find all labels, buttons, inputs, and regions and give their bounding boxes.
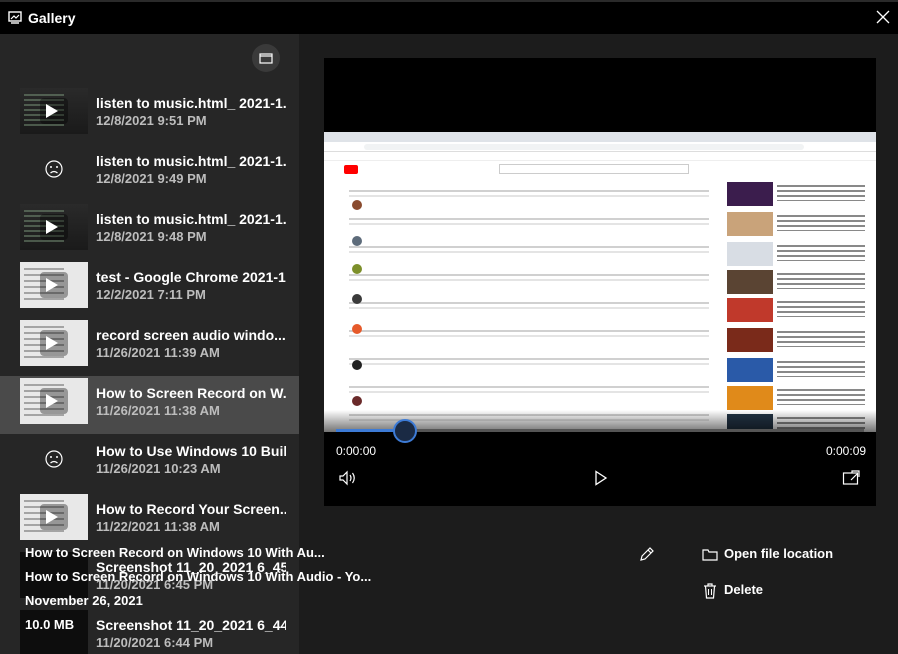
- capture-date: 11/20/2021 6:44 PM: [96, 635, 214, 650]
- youtube-comments: [349, 180, 709, 430]
- capture-title: How to Screen Record on Windows 10 With …: [25, 545, 325, 560]
- capture-date: 12/8/2021 9:48 PM: [96, 229, 207, 244]
- capture-date: 11/26/2021 10:23 AM: [96, 461, 221, 476]
- play-icon: [46, 220, 58, 234]
- capture-name: How to Record Your Screen...: [96, 501, 286, 517]
- capture-name: Screenshot 11_20_2021 6_44...: [96, 617, 286, 633]
- youtube-logo: [344, 165, 358, 174]
- pencil-icon[interactable]: [637, 544, 657, 564]
- comment-avatar: [352, 294, 362, 304]
- folder-icon: [259, 53, 273, 64]
- sad-face-icon: [45, 160, 63, 178]
- comment-avatar: [352, 264, 362, 274]
- comment-avatar: [352, 236, 362, 246]
- youtube-recommendations: [727, 180, 876, 432]
- capture-list-item[interactable]: listen to music.html_ 2021-1... 12/8/2021…: [0, 202, 299, 260]
- capture-thumbnail: [20, 320, 88, 366]
- browser-bookmarks-bar: [324, 152, 876, 161]
- youtube-search-box: [499, 164, 689, 174]
- capture-name: test - Google Chrome 2021-1...: [96, 269, 286, 285]
- capture-list-item[interactable]: How to Screen Record on W... 11/26/2021 1…: [0, 376, 299, 434]
- comment-avatar: [352, 396, 362, 406]
- capture-list-item[interactable]: listen to music.html_ 2021-1... 12/8/2021…: [0, 144, 299, 202]
- capture-name: How to Use Windows 10 Buil...: [96, 443, 286, 459]
- play-icon: [46, 394, 58, 408]
- capture-thumbnail: [20, 378, 88, 424]
- gallery-sidebar: listen to music.html_ 2021-1... 12/8/2021…: [0, 34, 299, 654]
- capture-date: 11/22/2021 11:38 AM: [96, 519, 220, 534]
- duration: 0:00:09: [826, 444, 867, 458]
- capture-name: listen to music.html_ 2021-1...: [96, 95, 286, 111]
- capture-date: 11/26/2021 11:39 AM: [96, 345, 220, 360]
- play-icon: [46, 104, 58, 118]
- comment-avatar: [352, 324, 362, 334]
- capture-date: 11/26/2021 11:38 AM: [96, 403, 220, 418]
- comment-avatar: [352, 200, 362, 210]
- play-icon: [46, 278, 58, 292]
- preview-pane: 0:00:00 0:00:09: [299, 34, 898, 654]
- delete-label: Delete: [724, 582, 764, 597]
- comment-avatar: [352, 360, 362, 370]
- video-frame: [324, 132, 876, 432]
- capture-source: How to Screen Record on Windows 10 With …: [25, 569, 372, 584]
- browser-tab-strip: [324, 132, 876, 142]
- browser-address-bar: [324, 142, 876, 152]
- capture-date: 12/8/2021 9:51 PM: [96, 113, 207, 128]
- sad-face-icon: [45, 450, 63, 468]
- capture-name: How to Screen Record on W...: [96, 385, 286, 401]
- play-icon: [46, 510, 58, 524]
- capture-thumbnail: [20, 494, 88, 540]
- capture-date: 12/2/2021 7:11 PM: [96, 287, 206, 302]
- capture-list-item[interactable]: record screen audio windo... 11/26/2021 1…: [0, 318, 299, 376]
- play-icon[interactable]: [594, 470, 608, 486]
- capture-list-item[interactable]: How to Use Windows 10 Buil... 11/26/2021 …: [0, 434, 299, 492]
- capture-size: 10.0 MB: [25, 617, 75, 632]
- capture-date: November 26, 2021: [25, 593, 143, 608]
- trash-icon: [704, 583, 716, 599]
- title-bar: Gallery: [0, 0, 898, 34]
- capture-name: record screen audio windo...: [96, 327, 286, 343]
- title-bar-top-border: [0, 0, 898, 2]
- miniplayer-icon[interactable]: [842, 470, 860, 486]
- close-icon[interactable]: [872, 8, 894, 28]
- youtube-header: [324, 161, 876, 177]
- capture-name: listen to music.html_ 2021-1...: [96, 153, 286, 169]
- window-title: Gallery: [28, 10, 76, 26]
- open-file-location-label: Open file location: [724, 546, 834, 561]
- capture-list-item[interactable]: listen to music.html_ 2021-1... 12/8/2021…: [0, 86, 299, 144]
- capture-date: 12/8/2021 9:49 PM: [96, 171, 207, 186]
- capture-name: listen to music.html_ 2021-1...: [96, 211, 286, 227]
- gallery-icon: [8, 11, 22, 24]
- open-folder-button[interactable]: [252, 44, 280, 72]
- capture-thumbnail: [20, 146, 88, 192]
- volume-icon[interactable]: [338, 470, 358, 486]
- capture-list-item[interactable]: How to Record Your Screen... 11/22/2021 1…: [0, 492, 299, 550]
- capture-thumbnail: [20, 88, 88, 134]
- folder-icon: [702, 549, 718, 561]
- capture-list-item[interactable]: test - Google Chrome 2021-1... 12/2/2021 …: [0, 260, 299, 318]
- progress-thumb[interactable]: [393, 419, 417, 443]
- video-player[interactable]: 0:00:00 0:00:09: [324, 58, 876, 506]
- capture-thumbnail: [20, 436, 88, 482]
- capture-thumbnail: [20, 204, 88, 250]
- capture-thumbnail: [20, 262, 88, 308]
- play-icon: [46, 336, 58, 350]
- current-time: 0:00:00: [336, 444, 377, 458]
